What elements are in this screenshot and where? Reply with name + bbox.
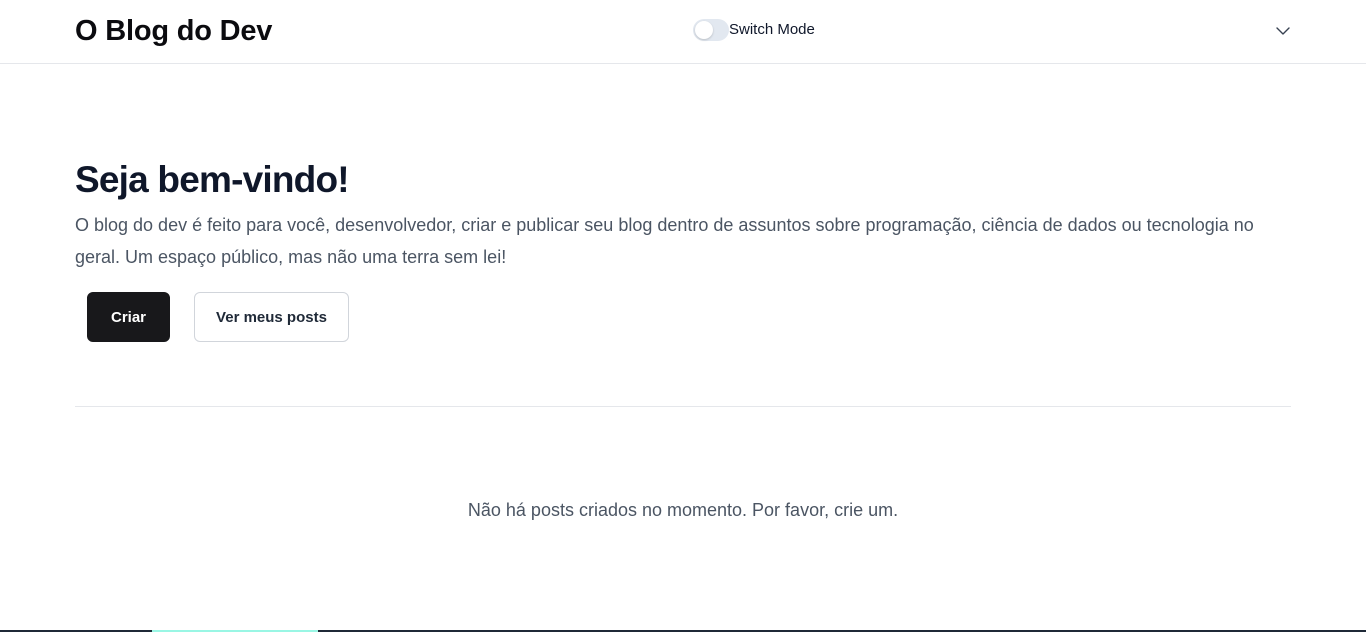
section-divider — [75, 406, 1291, 407]
site-header: O Blog do Dev Switch Mode — [0, 0, 1366, 64]
my-posts-button[interactable]: Ver meus posts — [194, 292, 349, 342]
chevron-down-icon — [1276, 27, 1290, 35]
theme-mode-switch[interactable]: Switch Mode — [693, 19, 815, 41]
switch-track[interactable] — [693, 19, 729, 41]
site-brand[interactable]: O Blog do Dev — [75, 14, 272, 48]
hero-title: Seja bem-vindo! — [75, 159, 350, 200]
switch-mode-label: Switch Mode — [729, 21, 815, 38]
page: O Blog do Dev Switch Mode Seja bem-vindo… — [0, 0, 1366, 632]
hero-description: O blog do dev é feito para você, desenvo… — [75, 215, 1254, 267]
empty-posts-message: Não há posts criados no momento. Por fav… — [467, 500, 899, 520]
menu-toggle-button[interactable] — [1272, 21, 1294, 41]
switch-thumb — [695, 21, 713, 39]
create-post-button[interactable]: Criar — [87, 292, 170, 342]
